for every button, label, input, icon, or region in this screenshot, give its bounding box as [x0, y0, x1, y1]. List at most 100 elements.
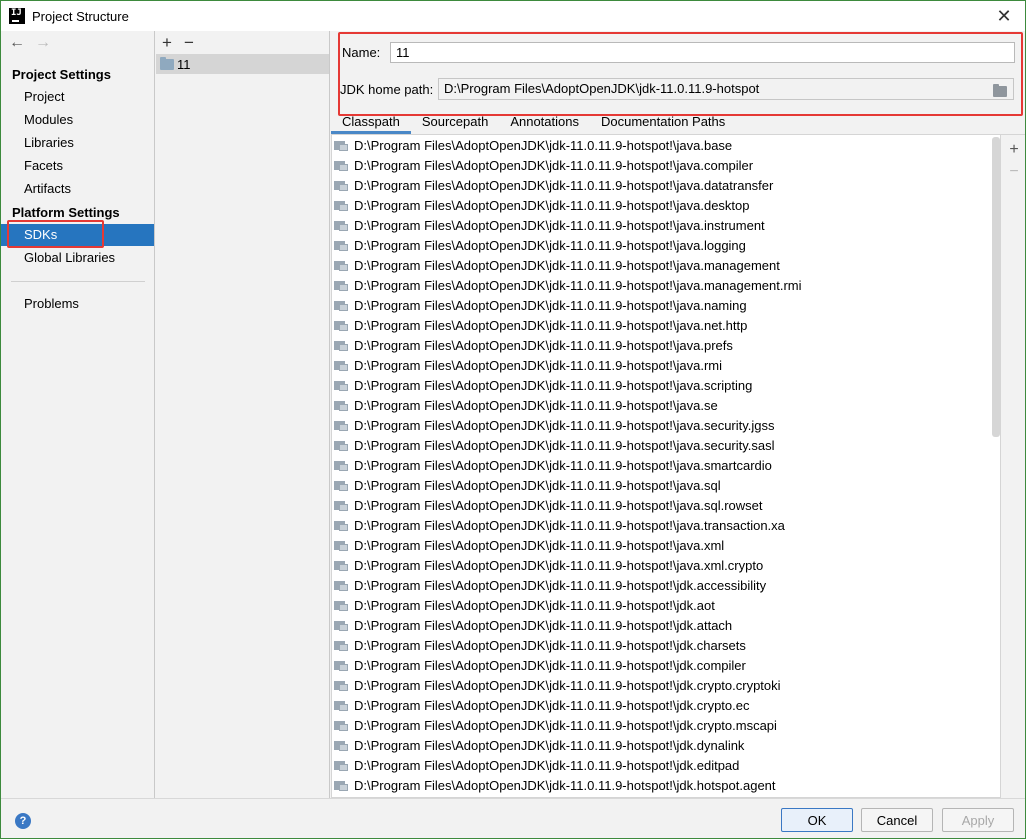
module-archive-icon	[334, 359, 348, 371]
classpath-entry[interactable]: D:\Program Files\AdoptOpenJDK\jdk-11.0.1…	[332, 695, 1000, 715]
classpath-entry[interactable]: D:\Program Files\AdoptOpenJDK\jdk-11.0.1…	[332, 335, 1000, 355]
classpath-entry[interactable]: D:\Program Files\AdoptOpenJDK\jdk-11.0.1…	[332, 775, 1000, 795]
classpath-entry-path: D:\Program Files\AdoptOpenJDK\jdk-11.0.1…	[354, 437, 775, 453]
classpath-entry-path: D:\Program Files\AdoptOpenJDK\jdk-11.0.1…	[354, 617, 733, 633]
classpath-entry[interactable]: D:\Program Files\AdoptOpenJDK\jdk-11.0.1…	[332, 235, 1000, 255]
classpath-entry-path: D:\Program Files\AdoptOpenJDK\jdk-11.0.1…	[354, 517, 785, 533]
classpath-entry[interactable]: D:\Program Files\AdoptOpenJDK\jdk-11.0.1…	[332, 475, 1000, 495]
nav-item-global-libraries[interactable]: Global Libraries	[1, 247, 154, 269]
name-label: Name:	[342, 45, 381, 60]
classpath-entry[interactable]: D:\Program Files\AdoptOpenJDK\jdk-11.0.1…	[332, 175, 1000, 195]
classpath-entry[interactable]: D:\Program Files\AdoptOpenJDK\jdk-11.0.1…	[332, 595, 1000, 615]
back-arrow-icon[interactable]: ←	[9, 34, 25, 52]
platform-settings-header: Platform Settings	[12, 205, 120, 220]
classpath-entry[interactable]: D:\Program Files\AdoptOpenJDK\jdk-11.0.1…	[332, 515, 1000, 535]
classpath-entry[interactable]: D:\Program Files\AdoptOpenJDK\jdk-11.0.1…	[332, 615, 1000, 635]
ok-button[interactable]: OK	[781, 808, 853, 832]
classpath-entry[interactable]: D:\Program Files\AdoptOpenJDK\jdk-11.0.1…	[332, 755, 1000, 775]
window-title: Project Structure	[32, 9, 129, 24]
module-archive-icon	[334, 139, 348, 151]
classpath-entry[interactable]: D:\Program Files\AdoptOpenJDK\jdk-11.0.1…	[332, 275, 1000, 295]
classpath-entry[interactable]: D:\Program Files\AdoptOpenJDK\jdk-11.0.1…	[332, 395, 1000, 415]
jdk-folder-icon	[160, 56, 174, 70]
classpath-entry-path: D:\Program Files\AdoptOpenJDK\jdk-11.0.1…	[354, 337, 733, 353]
close-button[interactable]: ✕	[993, 5, 1015, 27]
module-archive-icon	[334, 759, 348, 771]
classpath-entry[interactable]: D:\Program Files\AdoptOpenJDK\jdk-11.0.1…	[332, 255, 1000, 275]
help-icon[interactable]: ?	[15, 813, 31, 829]
browse-folder-icon[interactable]	[993, 83, 1008, 97]
classpath-entry-path: D:\Program Files\AdoptOpenJDK\jdk-11.0.1…	[354, 257, 780, 273]
module-archive-icon	[334, 339, 348, 351]
forward-arrow-icon[interactable]: →	[35, 34, 51, 52]
classpath-entry-path: D:\Program Files\AdoptOpenJDK\jdk-11.0.1…	[354, 677, 781, 693]
tab-documentation-paths[interactable]: Documentation Paths	[590, 112, 736, 134]
nav-item-libraries[interactable]: Libraries	[1, 132, 154, 154]
nav-item-modules[interactable]: Modules	[1, 109, 154, 131]
classpath-entry[interactable]: D:\Program Files\AdoptOpenJDK\jdk-11.0.1…	[332, 415, 1000, 435]
classpath-entry[interactable]: D:\Program Files\AdoptOpenJDK\jdk-11.0.1…	[332, 495, 1000, 515]
classpath-entry[interactable]: D:\Program Files\AdoptOpenJDK\jdk-11.0.1…	[332, 375, 1000, 395]
module-archive-icon	[334, 659, 348, 671]
nav-item-project[interactable]: Project	[1, 86, 154, 108]
classpath-entry-path: D:\Program Files\AdoptOpenJDK\jdk-11.0.1…	[354, 137, 733, 153]
classpath-entry[interactable]: D:\Program Files\AdoptOpenJDK\jdk-11.0.1…	[332, 535, 1000, 555]
module-archive-icon	[334, 579, 348, 591]
module-archive-icon	[334, 559, 348, 571]
classpath-entry[interactable]: D:\Program Files\AdoptOpenJDK\jdk-11.0.1…	[332, 455, 1000, 475]
module-archive-icon	[334, 699, 348, 711]
classpath-entry-path: D:\Program Files\AdoptOpenJDK\jdk-11.0.1…	[354, 477, 721, 493]
sdk-list-item[interactable]: 11	[156, 54, 329, 74]
classpath-entry[interactable]: D:\Program Files\AdoptOpenJDK\jdk-11.0.1…	[332, 155, 1000, 175]
jdk-home-field[interactable]: D:\Program Files\AdoptOpenJDK\jdk-11.0.1…	[438, 78, 1014, 100]
classpath-entry[interactable]: D:\Program Files\AdoptOpenJDK\jdk-11.0.1…	[332, 135, 1000, 155]
tab-sourcepath[interactable]: Sourcepath	[411, 112, 500, 134]
module-archive-icon	[334, 159, 348, 171]
module-archive-icon	[334, 539, 348, 551]
classpath-entry-path: D:\Program Files\AdoptOpenJDK\jdk-11.0.1…	[354, 417, 775, 433]
module-archive-icon	[334, 259, 348, 271]
classpath-entry[interactable]: D:\Program Files\AdoptOpenJDK\jdk-11.0.1…	[332, 675, 1000, 695]
sdk-name: 11	[177, 56, 191, 72]
classpath-entry[interactable]: D:\Program Files\AdoptOpenJDK\jdk-11.0.1…	[332, 435, 1000, 455]
tab-classpath[interactable]: Classpath	[331, 112, 411, 134]
tab-annotations[interactable]: Annotations	[499, 112, 590, 134]
remove-sdk-button[interactable]: −	[184, 33, 194, 53]
add-classpath-button[interactable]: +	[1005, 139, 1023, 161]
classpath-entry[interactable]: D:\Program Files\AdoptOpenJDK\jdk-11.0.1…	[332, 355, 1000, 375]
scrollbar-thumb[interactable]	[992, 137, 1000, 437]
classpath-entry-path: D:\Program Files\AdoptOpenJDK\jdk-11.0.1…	[354, 177, 774, 193]
apply-button[interactable]: Apply	[942, 808, 1014, 832]
nav-item-sdks[interactable]: SDKs	[1, 224, 154, 246]
name-field[interactable]: 11	[390, 42, 1015, 63]
classpath-entry-path: D:\Program Files\AdoptOpenJDK\jdk-11.0.1…	[354, 457, 772, 473]
classpath-entry[interactable]: D:\Program Files\AdoptOpenJDK\jdk-11.0.1…	[332, 655, 1000, 675]
nav-item-problems[interactable]: Problems	[1, 293, 154, 315]
classpath-entry[interactable]: D:\Program Files\AdoptOpenJDK\jdk-11.0.1…	[332, 195, 1000, 215]
remove-classpath-button[interactable]: −	[1005, 161, 1023, 183]
classpath-entry[interactable]: D:\Program Files\AdoptOpenJDK\jdk-11.0.1…	[332, 315, 1000, 335]
module-archive-icon	[334, 739, 348, 751]
nav-item-facets[interactable]: Facets	[1, 155, 154, 177]
detail-tabs: Classpath Sourcepath Annotations Documen…	[331, 112, 1025, 134]
module-archive-icon	[334, 459, 348, 471]
module-archive-icon	[334, 239, 348, 251]
cancel-button[interactable]: Cancel	[861, 808, 933, 832]
nav-history: ← →	[9, 34, 51, 52]
classpath-entry[interactable]: D:\Program Files\AdoptOpenJDK\jdk-11.0.1…	[332, 295, 1000, 315]
classpath-entry[interactable]: D:\Program Files\AdoptOpenJDK\jdk-11.0.1…	[332, 735, 1000, 755]
sdk-toolbar: + −	[162, 33, 194, 53]
module-archive-icon	[334, 619, 348, 631]
classpath-list[interactable]: D:\Program Files\AdoptOpenJDK\jdk-11.0.1…	[331, 135, 1001, 798]
classpath-entry-path: D:\Program Files\AdoptOpenJDK\jdk-11.0.1…	[354, 717, 777, 733]
add-sdk-button[interactable]: +	[162, 33, 172, 53]
classpath-entry-path: D:\Program Files\AdoptOpenJDK\jdk-11.0.1…	[354, 737, 745, 753]
classpath-entry[interactable]: D:\Program Files\AdoptOpenJDK\jdk-11.0.1…	[332, 575, 1000, 595]
module-archive-icon	[334, 299, 348, 311]
classpath-entry[interactable]: D:\Program Files\AdoptOpenJDK\jdk-11.0.1…	[332, 635, 1000, 655]
classpath-entry[interactable]: D:\Program Files\AdoptOpenJDK\jdk-11.0.1…	[332, 215, 1000, 235]
classpath-entry[interactable]: D:\Program Files\AdoptOpenJDK\jdk-11.0.1…	[332, 715, 1000, 735]
module-archive-icon	[334, 679, 348, 691]
nav-item-artifacts[interactable]: Artifacts	[1, 178, 154, 200]
classpath-entry[interactable]: D:\Program Files\AdoptOpenJDK\jdk-11.0.1…	[332, 555, 1000, 575]
